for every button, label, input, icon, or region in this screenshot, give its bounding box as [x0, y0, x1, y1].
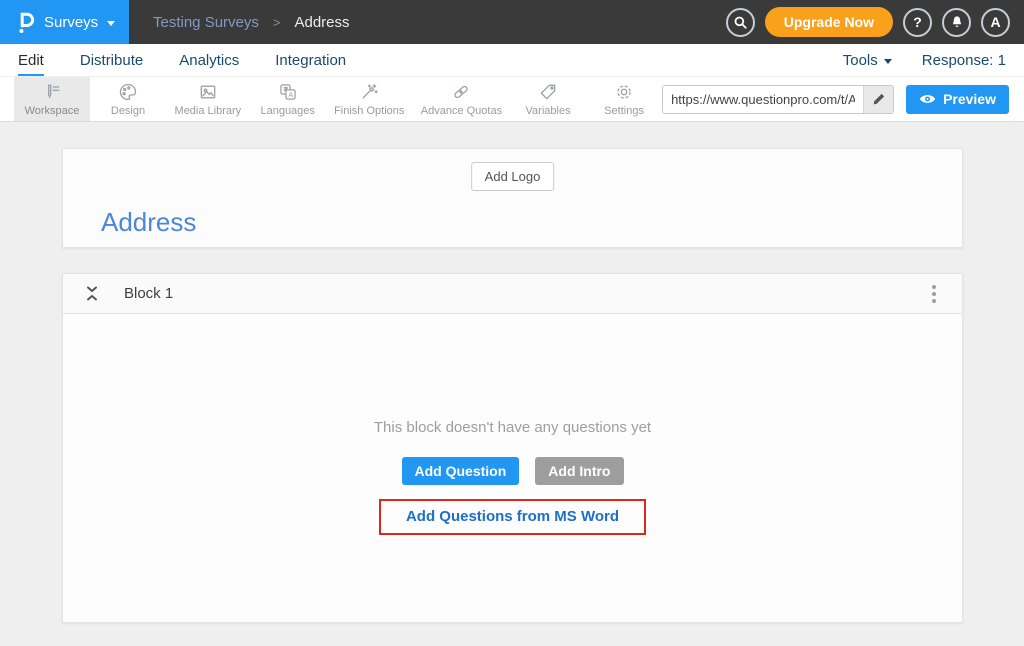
help-button[interactable]: ? [903, 8, 932, 37]
media-library-icon [198, 82, 218, 102]
toolbar-item-workspace[interactable]: Workspace [14, 77, 90, 121]
tools-dropdown[interactable]: Tools [843, 52, 892, 69]
tab-edit[interactable]: Edit [18, 44, 44, 76]
survey-nav-row: Edit Distribute Analytics Integration To… [0, 44, 1024, 77]
design-icon [118, 82, 138, 102]
nav-right: Tools Response: 1 [843, 52, 1006, 69]
notifications-button[interactable] [942, 8, 971, 37]
empty-block-message: This block doesn't have any questions ye… [374, 419, 651, 436]
chevron-down-icon [107, 21, 115, 26]
survey-tabs: Edit Distribute Analytics Integration [18, 44, 346, 76]
topbar-actions: Upgrade Now ? A [726, 7, 1024, 37]
toolbar-label: Variables [526, 105, 571, 117]
kebab-icon-dot [932, 285, 936, 289]
toolbar-item-advance-quotas[interactable]: Advance Quotas [413, 77, 510, 121]
collapse-block-button[interactable] [85, 285, 99, 302]
highlight-annotation-box: Add Questions from MS Word [379, 499, 646, 535]
toolbar-item-design[interactable]: Design [90, 77, 166, 121]
block-menu-button[interactable] [928, 281, 940, 307]
toolbar-item-finish-options[interactable]: Finish Options [326, 77, 413, 121]
edit-url-button[interactable] [863, 86, 893, 113]
toolbar-right: Preview [662, 77, 1024, 121]
languages-icon: A [278, 82, 298, 102]
toolbar-item-variables[interactable]: Variables [510, 77, 586, 121]
response-count[interactable]: Response: 1 [922, 52, 1006, 69]
editor-toolbar: Workspace Design Media Library [0, 77, 1024, 122]
block-card: Block 1 This block doesn't have any ques… [62, 273, 963, 623]
toolbar-item-settings[interactable]: Settings [586, 77, 662, 121]
breadcrumb: Testing Surveys > Address [153, 14, 350, 31]
survey-url-input[interactable] [663, 86, 863, 113]
toolbar-label: Advance Quotas [421, 105, 502, 117]
add-logo-button[interactable]: Add Logo [471, 162, 555, 191]
toolbar-label: Finish Options [334, 105, 404, 117]
preview-label: Preview [943, 91, 996, 107]
breadcrumb-current-survey: Address [294, 14, 349, 31]
toolbar-item-media-library[interactable]: Media Library [166, 77, 250, 121]
product-name: Surveys [44, 14, 98, 31]
tools-label: Tools [843, 52, 878, 69]
settings-icon [614, 82, 634, 102]
pencil-icon [872, 92, 886, 106]
questionpro-logo [16, 10, 35, 35]
block-body: This block doesn't have any questions ye… [63, 314, 962, 622]
avatar[interactable]: A [981, 8, 1010, 37]
toolbar-label: Languages [260, 105, 314, 117]
finish-options-icon [359, 82, 379, 102]
search-button[interactable] [726, 8, 755, 37]
kebab-icon-dot [932, 299, 936, 303]
collapse-icon [85, 285, 99, 302]
kebab-icon-dot [932, 292, 936, 296]
add-questions-from-ms-word-link[interactable]: Add Questions from MS Word [406, 508, 619, 525]
survey-editor-canvas: Add Logo Address Block 1 This block does… [0, 148, 1024, 623]
top-bar: Surveys Testing Surveys > Address Upgrad… [0, 0, 1024, 44]
add-question-button[interactable]: Add Question [402, 457, 520, 485]
surveys-product-switcher[interactable]: Surveys [0, 0, 129, 44]
breadcrumb-separator: > [273, 15, 281, 30]
variables-icon [538, 82, 558, 102]
workspace-icon [42, 82, 62, 102]
block-actions: Add Question Add Intro [402, 457, 624, 485]
toolbar-label: Media Library [175, 105, 242, 117]
toolbar-item-languages[interactable]: A Languages [250, 77, 326, 121]
preview-button[interactable]: Preview [906, 85, 1009, 114]
search-icon [733, 15, 748, 30]
survey-header-card: Add Logo Address [62, 148, 963, 248]
tab-distribute[interactable]: Distribute [80, 44, 143, 76]
tab-integration[interactable]: Integration [275, 44, 346, 76]
chevron-down-icon [884, 59, 892, 64]
survey-url-box [662, 85, 894, 114]
breadcrumb-folder[interactable]: Testing Surveys [153, 14, 259, 31]
tab-analytics[interactable]: Analytics [179, 44, 239, 76]
upgrade-now-button[interactable]: Upgrade Now [765, 7, 893, 37]
add-intro-button[interactable]: Add Intro [535, 457, 623, 485]
eye-icon [919, 93, 936, 105]
survey-title[interactable]: Address [101, 207, 196, 238]
toolbar-label: Workspace [25, 105, 80, 117]
block-title[interactable]: Block 1 [124, 285, 173, 302]
svg-text:A: A [288, 91, 293, 99]
toolbar-label: Settings [604, 105, 644, 117]
bell-icon [950, 15, 964, 30]
block-header: Block 1 [63, 274, 962, 314]
advance-quotas-icon [451, 82, 471, 102]
toolbar-label: Design [111, 105, 145, 117]
